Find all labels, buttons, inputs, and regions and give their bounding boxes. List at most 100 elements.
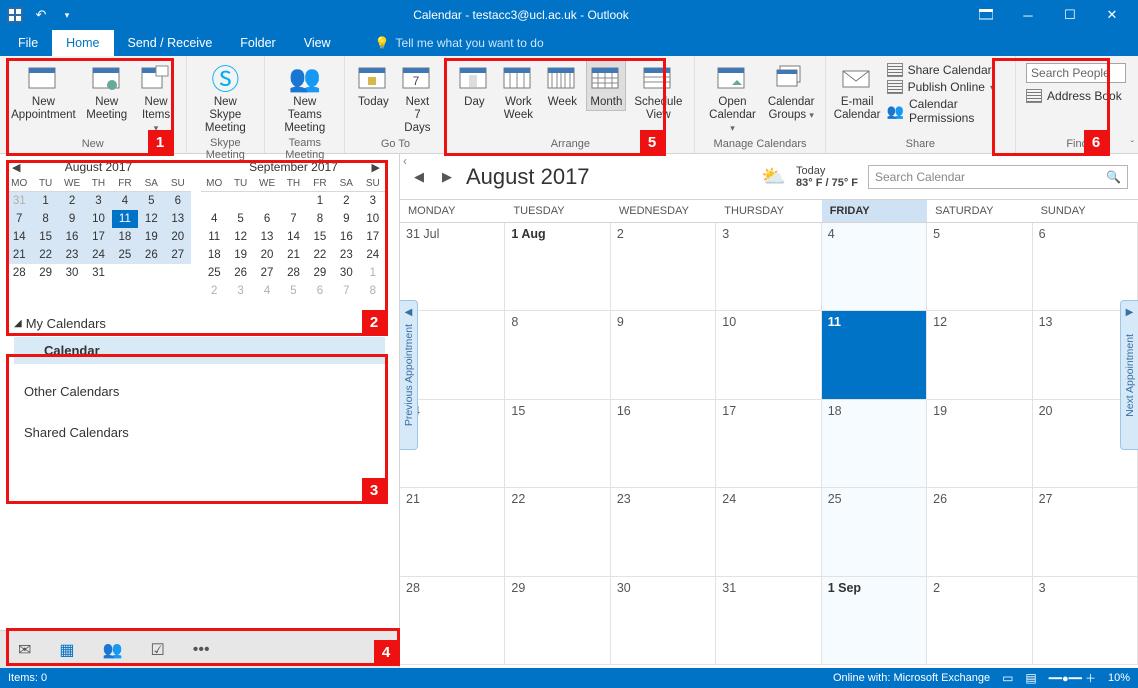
day-cell[interactable]: 31 xyxy=(716,577,821,665)
mini-day[interactable]: 25 xyxy=(201,264,227,282)
more-icon[interactable]: ••• xyxy=(193,641,210,659)
tell-me-search[interactable]: 💡 Tell me what you want to do xyxy=(365,30,554,56)
mini-day[interactable]: 27 xyxy=(254,264,280,282)
day-cell[interactable]: 23 xyxy=(611,488,716,576)
mini-day[interactable]: 27 xyxy=(165,246,191,264)
tab-file[interactable]: File xyxy=(4,30,52,56)
search-calendar-input[interactable]: Search Calendar🔍 xyxy=(868,165,1128,189)
mini-day[interactable]: 8 xyxy=(307,210,333,228)
mini-day[interactable] xyxy=(165,264,191,282)
mini-day[interactable]: 5 xyxy=(280,282,306,300)
mini-day[interactable]: 29 xyxy=(307,264,333,282)
next-appointment-tab[interactable]: ▶Next Appointment xyxy=(1120,300,1138,450)
mini-day[interactable]: 13 xyxy=(254,228,280,246)
mini-day[interactable]: 1 xyxy=(307,192,333,211)
mini-day[interactable]: 9 xyxy=(333,210,359,228)
undo-icon[interactable]: ↶ xyxy=(32,6,50,24)
new-meeting-button[interactable]: New Meeting xyxy=(83,60,131,124)
mini-day[interactable]: 15 xyxy=(307,228,333,246)
mini-day[interactable]: 5 xyxy=(227,210,253,228)
search-people-input[interactable]: Search People xyxy=(1026,63,1126,83)
mini-day[interactable]: 3 xyxy=(227,282,253,300)
collapse-ribbon-icon[interactable]: ˇ xyxy=(1131,140,1134,151)
mini-day[interactable]: 24 xyxy=(85,246,111,264)
share-calendar-button[interactable]: Share Calendar xyxy=(887,63,1003,77)
mini-day[interactable]: 2 xyxy=(333,192,359,211)
mini-day[interactable]: 24 xyxy=(360,246,386,264)
address-book-button[interactable]: Address Book xyxy=(1026,89,1126,103)
mini-day[interactable]: 5 xyxy=(138,192,164,211)
mini-day[interactable]: 6 xyxy=(307,282,333,300)
people-icon[interactable]: 👥 xyxy=(103,640,123,660)
day-cell[interactable]: 1 Sep xyxy=(822,577,927,665)
schedule-view-button[interactable]: Schedule View xyxy=(630,60,686,124)
day-cell[interactable]: 30 xyxy=(611,577,716,665)
cal-prev-icon[interactable]: ◀ xyxy=(410,167,428,187)
mini-day[interactable]: 21 xyxy=(6,246,32,264)
day-cell[interactable]: 11 xyxy=(822,311,927,399)
week-view-button[interactable]: Week xyxy=(542,60,582,111)
mini-day[interactable]: 13 xyxy=(165,210,191,228)
new-items-button[interactable]: New Items ▾ xyxy=(135,60,178,137)
mini-day[interactable]: 10 xyxy=(85,210,111,228)
publish-online-button[interactable]: Publish Online ▾ xyxy=(887,80,1003,94)
day-cell[interactable]: 3 xyxy=(716,223,821,311)
mini-day[interactable]: 25 xyxy=(112,246,138,264)
day-cell[interactable]: 9 xyxy=(611,311,716,399)
calendar-icon[interactable]: ▦ xyxy=(59,640,74,660)
calendar-item-other[interactable]: Other Calendars xyxy=(14,378,385,405)
mini-day[interactable]: 11 xyxy=(201,228,227,246)
mini-day[interactable]: 16 xyxy=(333,228,359,246)
mini-day[interactable] xyxy=(112,264,138,282)
day-cell[interactable]: 31 Jul xyxy=(400,223,505,311)
day-cell[interactable]: 12 xyxy=(927,311,1032,399)
day-cell[interactable]: 8 xyxy=(505,311,610,399)
mini-day[interactable] xyxy=(138,264,164,282)
new-appointment-button[interactable]: New Appointment xyxy=(8,60,79,124)
day-cell[interactable]: 26 xyxy=(927,488,1032,576)
mini-day[interactable]: 26 xyxy=(138,246,164,264)
day-cell[interactable]: 27 xyxy=(1033,488,1138,576)
mini-day[interactable]: 6 xyxy=(254,210,280,228)
mini-day[interactable]: 7 xyxy=(333,282,359,300)
teams-meeting-button[interactable]: 👥New Teams Meeting xyxy=(273,60,336,137)
mini-day[interactable]: 2 xyxy=(201,282,227,300)
mini-day[interactable]: 3 xyxy=(360,192,386,211)
mini-day[interactable]: 3 xyxy=(85,192,111,211)
day-cell[interactable]: 3 xyxy=(1033,577,1138,665)
day-cell[interactable]: 1 Aug xyxy=(505,223,610,311)
calendar-item-calendar[interactable]: Calendar xyxy=(14,337,385,364)
view-reading-icon[interactable]: ▤ xyxy=(1025,671,1036,685)
mini-day[interactable]: 4 xyxy=(201,210,227,228)
mini-day[interactable]: 2 xyxy=(59,192,85,211)
calendar-permissions-button[interactable]: 👥Calendar Permissions xyxy=(887,97,1003,125)
day-cell[interactable]: 5 xyxy=(927,223,1032,311)
day-cell[interactable]: 29 xyxy=(505,577,610,665)
minimize-button[interactable]: ─ xyxy=(1008,1,1048,29)
day-cell[interactable]: 21 xyxy=(400,488,505,576)
day-cell[interactable]: 16 xyxy=(611,400,716,488)
mini-day[interactable]: 31 xyxy=(85,264,111,282)
mini-day[interactable]: 30 xyxy=(59,264,85,282)
mini-day[interactable]: 9 xyxy=(59,210,85,228)
mini-day[interactable]: 1 xyxy=(32,192,58,211)
mini-day[interactable]: 17 xyxy=(85,228,111,246)
day-cell[interactable]: 6 xyxy=(1033,223,1138,311)
open-calendar-button[interactable]: Open Calendar ▾ xyxy=(703,60,761,137)
day-cell[interactable]: 18 xyxy=(822,400,927,488)
mini-day[interactable]: 21 xyxy=(280,246,306,264)
day-cell[interactable]: 2 xyxy=(927,577,1032,665)
day-cell[interactable]: 10 xyxy=(716,311,821,399)
maximize-button[interactable]: ☐ xyxy=(1050,1,1090,29)
mini-day[interactable]: 8 xyxy=(32,210,58,228)
tab-home[interactable]: Home xyxy=(52,30,113,56)
day-cell[interactable]: 25 xyxy=(822,488,927,576)
mini-day[interactable]: 8 xyxy=(360,282,386,300)
mini-day[interactable]: 22 xyxy=(307,246,333,264)
tab-view[interactable]: View xyxy=(290,30,345,56)
mini-day[interactable]: 10 xyxy=(360,210,386,228)
day-cell[interactable]: 19 xyxy=(927,400,1032,488)
mini-day[interactable]: 7 xyxy=(280,210,306,228)
calendar-item-shared[interactable]: Shared Calendars xyxy=(14,419,385,446)
mini-day[interactable]: 26 xyxy=(227,264,253,282)
